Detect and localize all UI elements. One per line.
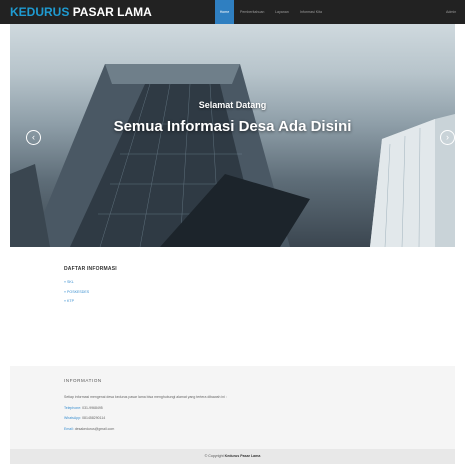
hero-title: Semua Informasi Desa Ada Disini [113,118,352,135]
hero-background-image [10,64,455,247]
footer-email: Email: desakedurus@gmail.com [64,427,115,431]
chevron-left-icon: ‹ [32,132,35,142]
brand-logo[interactable]: KEDURUS PASAR LAMA [10,4,152,20]
list-item-poskesdes[interactable]: » POSKESDES [64,290,89,294]
nav-item-admin[interactable]: Admin [446,0,456,24]
carousel-indicators [10,238,455,247]
carousel-next-button[interactable]: › [440,130,455,145]
copyright-bar: © Copyright Kedurus Pasar Lama [10,449,455,464]
hero-carousel: Selamat Datang Semua Informasi Desa Ada … [10,24,455,247]
footer-information: INFORMATION Setiap informasi mengenai de… [10,366,455,449]
nav-item-home[interactable]: Home [215,0,234,24]
list-item-ktp[interactable]: » KTP [64,299,74,303]
list-item-skl[interactable]: » SKL [64,280,74,284]
footer-whatsapp: WhatsApp: 081458290114 [64,416,106,420]
nav-item-informasi-kita[interactable]: Informasi Kita [300,0,322,24]
brand-part2: PASAR LAMA [72,5,152,19]
nav-item-layanan[interactable]: Layanan [275,0,289,24]
brand-part1: KEDURUS [10,5,70,19]
navbar: KEDURUS PASAR LAMA Home Pemberitahuan La… [0,0,465,24]
daftar-informasi-title: DAFTAR INFORMASI [64,266,117,272]
carousel-prev-button[interactable]: ‹ [26,130,41,145]
footer-telephone: Telephone: 031-9968495 [64,406,103,410]
nav-item-pemberitahuan[interactable]: Pemberitahuan [240,0,264,24]
chevron-right-icon: › [446,132,449,142]
footer-title: INFORMATION [64,378,102,383]
hero-subtitle: Selamat Datang [198,100,267,110]
footer-description: Setiap informasi mengenai desa kedurus p… [64,395,227,399]
